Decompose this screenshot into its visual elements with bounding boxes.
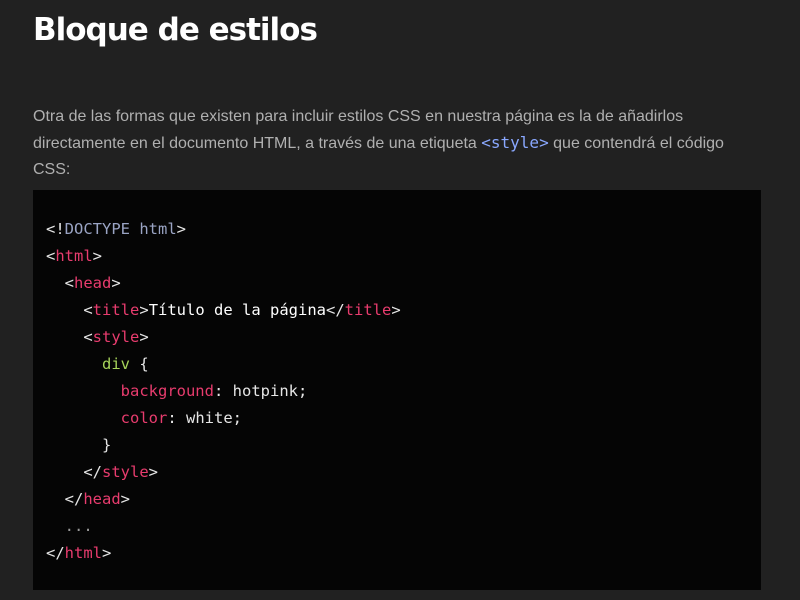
code-token-punct: < [46, 328, 93, 346]
code-token-punct: > [92, 247, 103, 265]
code-token-value: hotpink [232, 382, 298, 400]
section-title: Bloque de estilos [33, 12, 318, 48]
code-token-tag: head [74, 274, 112, 292]
code-token-punct: : [167, 409, 186, 427]
code-token-punct: <! [46, 220, 65, 238]
code-token-punct [46, 409, 121, 427]
code-line: <title>Título de la página</title> [46, 297, 761, 324]
code-line: <style> [46, 324, 761, 351]
code-token-tag: style [92, 328, 140, 346]
code-line: <html> [46, 243, 761, 270]
code-token-text: Título de la página [148, 301, 326, 319]
code-token-punct: } [46, 436, 112, 454]
code-token-value: white [186, 409, 233, 427]
code-token-punct: > [176, 220, 186, 238]
code-line: background: hotpink; [46, 378, 761, 405]
code-token-tag: html [55, 247, 93, 265]
code-token-punct: > [111, 274, 121, 292]
code-line: <head> [46, 270, 761, 297]
code-token-punct: < [46, 274, 74, 292]
code-token-punct: ; [232, 409, 243, 427]
code-token-punct: > [391, 301, 401, 319]
code-token-punct: < [46, 301, 93, 319]
code-token-punct: > [139, 328, 149, 346]
code-token-punct: < [46, 247, 56, 265]
code-token-doctype: DOCTYPE html [64, 220, 177, 238]
code-token-punct: > [102, 544, 112, 562]
code-token-tag: style [102, 463, 149, 481]
intro-paragraph: Otra de las formas que existen para incl… [33, 104, 763, 183]
code-token-punct: > [148, 463, 159, 481]
code-token-punct: </ [46, 490, 84, 508]
code-line: color: white; [46, 405, 761, 432]
code-line: } [46, 432, 761, 459]
code-token-prop: color [120, 409, 168, 427]
code-token-punct: { [130, 355, 149, 373]
code-token-punct: </ [326, 301, 345, 319]
code-token-tag: html [64, 544, 102, 562]
code-token-ellipsis: ... [46, 517, 93, 535]
code-line: </style> [46, 459, 761, 486]
code-listing: <!DOCTYPE html> <html> <head> <title>Títu… [46, 216, 761, 567]
code-line: </head> [46, 486, 761, 513]
code-line: </html> [46, 540, 761, 567]
code-token-punct [46, 355, 102, 373]
inline-code-style-tag: <style> [481, 133, 549, 152]
code-token-punct: </ [46, 544, 65, 562]
code-token-tag: title [92, 301, 140, 319]
code-line: div { [46, 351, 761, 378]
code-line: <!DOCTYPE html> [46, 216, 761, 243]
code-token-punct: ; [297, 382, 308, 400]
code-token-punct [46, 382, 121, 400]
code-token-selector: div [102, 355, 130, 373]
code-token-prop: background [120, 382, 214, 400]
code-token-tag: head [83, 490, 121, 508]
code-line: ... [46, 513, 761, 540]
code-token-punct: </ [46, 463, 102, 481]
code-token-punct: > [139, 301, 149, 319]
code-block[interactable]: <!DOCTYPE html> <html> <head> <title>Títu… [33, 190, 761, 590]
code-token-punct: > [120, 490, 130, 508]
code-token-punct: : [213, 382, 233, 400]
code-token-tag: title [344, 301, 392, 319]
